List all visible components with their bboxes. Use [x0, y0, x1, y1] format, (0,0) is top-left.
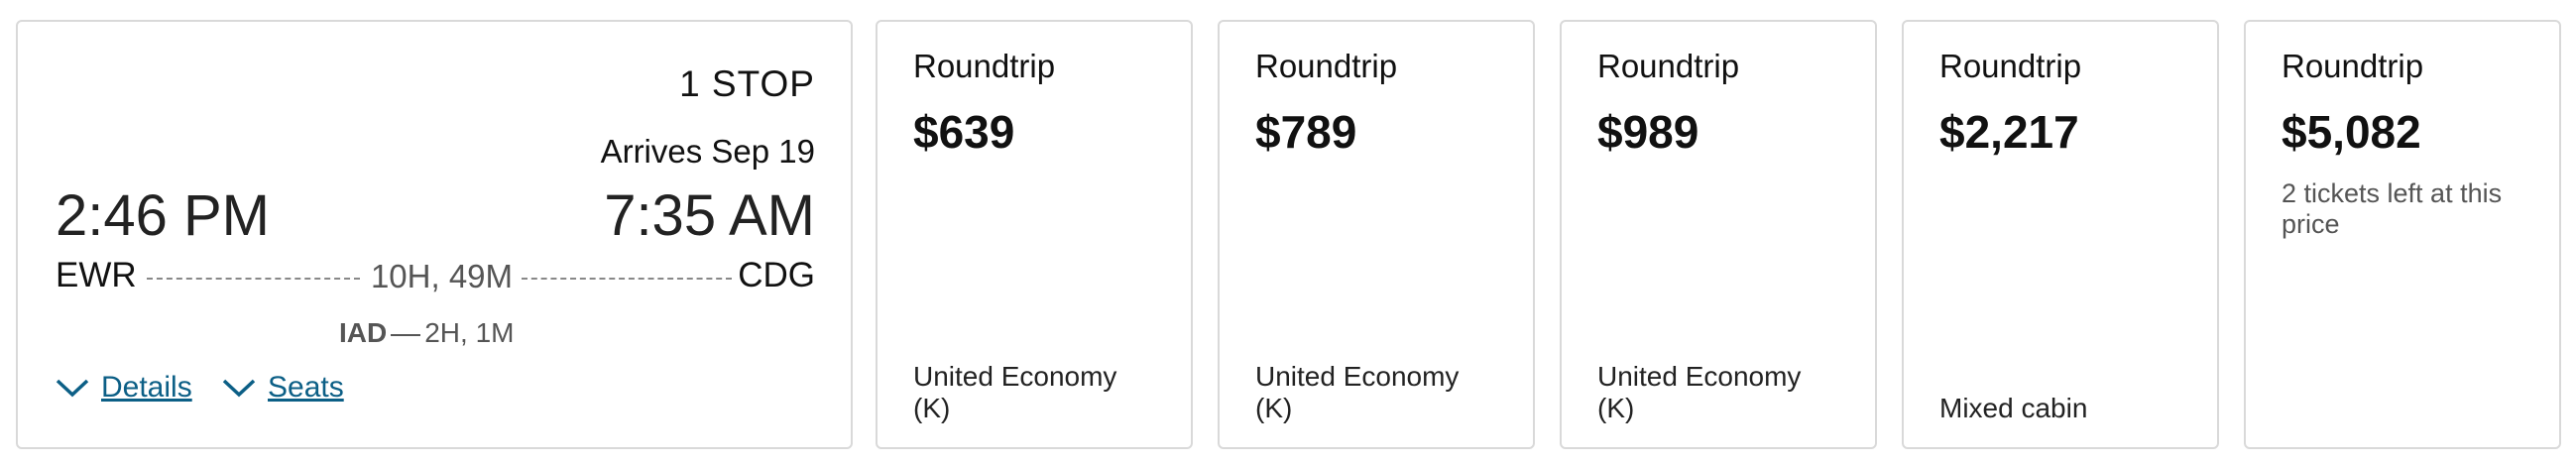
fare-price: $2,217 — [1939, 106, 2079, 158]
fare-cabin: United Economy (K) — [1255, 361, 1459, 424]
fare-cabin: Mixed cabin — [1939, 393, 2087, 424]
fare-cabin: United Economy (K) — [1597, 361, 1801, 424]
chevron-down-icon — [56, 379, 89, 398]
fare-price: $789 — [1255, 106, 1357, 158]
departure-time: 2:46 PM — [56, 183, 270, 248]
fare-type: Roundtrip — [1255, 48, 1398, 84]
fare-type: Roundtrip — [1939, 48, 2082, 84]
layover-duration: 2H, 1M — [424, 317, 515, 348]
fare-price: $989 — [1597, 106, 1699, 158]
details-toggle[interactable]: Details — [56, 371, 192, 405]
fare-card-economy-k-3[interactable]: Roundtrip $989 United Economy (K) — [1560, 20, 1877, 449]
fare-card-premium[interactable]: Roundtrip $5,082 2 tickets left at this … — [2244, 20, 2561, 449]
details-link[interactable]: Details — [101, 371, 192, 405]
arrival-time: 7:35 AM — [604, 183, 815, 248]
layover-divider — [391, 333, 421, 336]
layover-airport: IAD — [339, 317, 388, 348]
seats-toggle[interactable]: Seats — [222, 371, 344, 405]
seats-link[interactable]: Seats — [268, 371, 344, 405]
fare-cabin: United Economy (K) — [913, 361, 1116, 424]
chevron-down-icon — [222, 379, 256, 398]
fare-type: Roundtrip — [1597, 48, 1740, 84]
fare-class: (K) — [913, 393, 951, 423]
route-line-right — [522, 278, 732, 280]
cabin-name: United Economy — [1255, 361, 1460, 392]
cabin-name: United Economy — [913, 361, 1117, 392]
flight-summary-card: 1 STOP Arrives Sep 19 2:46 PM 7:35 AM EW… — [16, 20, 853, 449]
fare-price: $5,082 — [2282, 106, 2421, 158]
arrival-date: Arrives Sep 19 — [600, 133, 815, 170]
fare-card-economy-k-1[interactable]: Roundtrip $639 United Economy (K) — [876, 20, 1193, 449]
stops-count: 1 STOP — [679, 63, 815, 104]
fare-card-mixed-cabin[interactable]: Roundtrip $2,217 Mixed cabin — [1902, 20, 2219, 449]
fare-class: (K) — [1255, 393, 1293, 423]
seats-left-notice: 2 tickets left at this price — [2282, 178, 2503, 239]
cabin-name: Mixed cabin — [1939, 393, 2088, 423]
fare-type: Roundtrip — [2282, 48, 2424, 84]
fare-class: (K) — [1597, 393, 1635, 423]
fare-type: Roundtrip — [913, 48, 1056, 84]
route-line-left — [147, 278, 360, 280]
cabin-name: United Economy — [1597, 361, 1802, 392]
fare-price: $639 — [913, 106, 1015, 158]
flight-duration: 10H, 49M — [370, 258, 514, 294]
destination-airport: CDG — [738, 256, 815, 294]
fare-card-economy-k-2[interactable]: Roundtrip $789 United Economy (K) — [1218, 20, 1535, 449]
origin-airport: EWR — [56, 256, 137, 294]
layover-info: IAD 2H, 1M — [339, 317, 514, 349]
